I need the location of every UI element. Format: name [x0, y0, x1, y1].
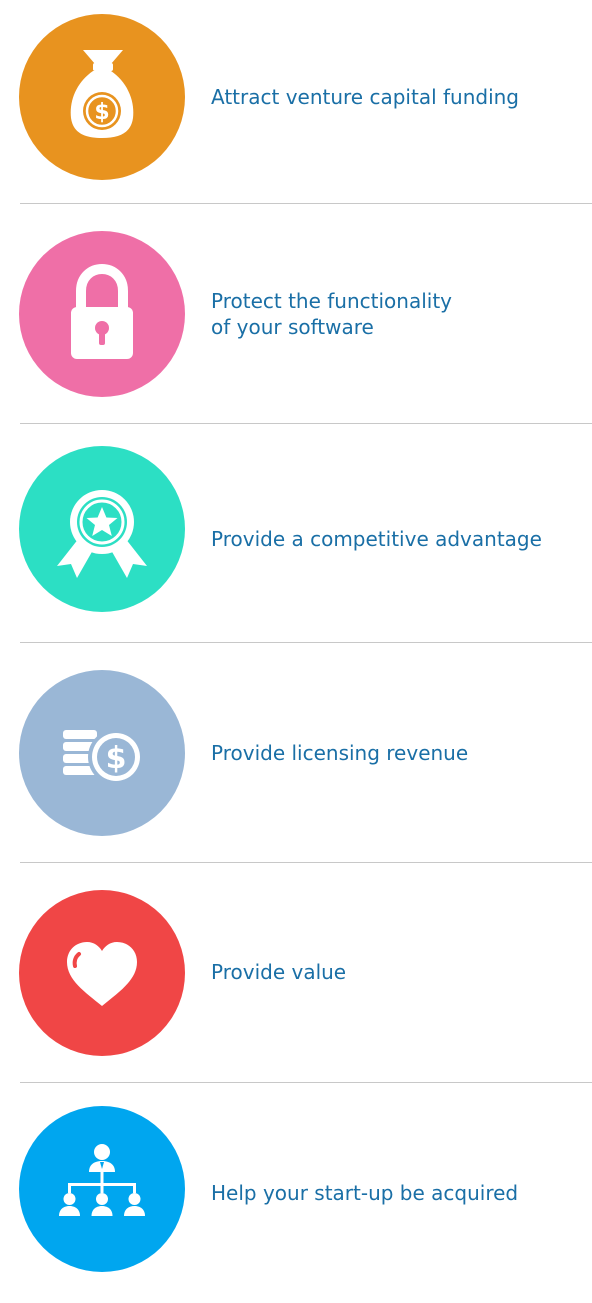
padlock-icon	[19, 231, 185, 397]
svg-text:$: $	[106, 741, 127, 776]
coins-dollar-icon: $	[19, 670, 185, 836]
item-label: Attract venture capital funding	[211, 85, 519, 109]
award-ribbon-icon	[19, 446, 185, 612]
org-chart-icon	[19, 1106, 185, 1272]
heart-icon	[19, 890, 185, 1056]
svg-text:$: $	[94, 100, 109, 125]
item-label: Protect the functionality of your softwa…	[211, 289, 452, 339]
list-item: Help your start-up be acquired	[0, 1083, 592, 1303]
list-item: Provide value	[0, 863, 592, 1083]
money-bag-icon: $	[19, 14, 185, 180]
list-item: $ Provide licensing revenue	[0, 643, 592, 863]
list-item: Provide a competitive advantage	[0, 424, 592, 644]
item-label: Provide value	[211, 960, 347, 984]
list-item: Protect the functionality of your softwa…	[0, 204, 592, 424]
item-label: Help your start-up be acquired	[211, 1181, 519, 1205]
item-label: Provide licensing revenue	[211, 741, 469, 765]
benefits-list: $ Attract venture capital funding Protec…	[0, 0, 592, 1272]
list-item: $ Attract venture capital funding	[0, 0, 592, 220]
item-label: Provide a competitive advantage	[211, 527, 542, 551]
